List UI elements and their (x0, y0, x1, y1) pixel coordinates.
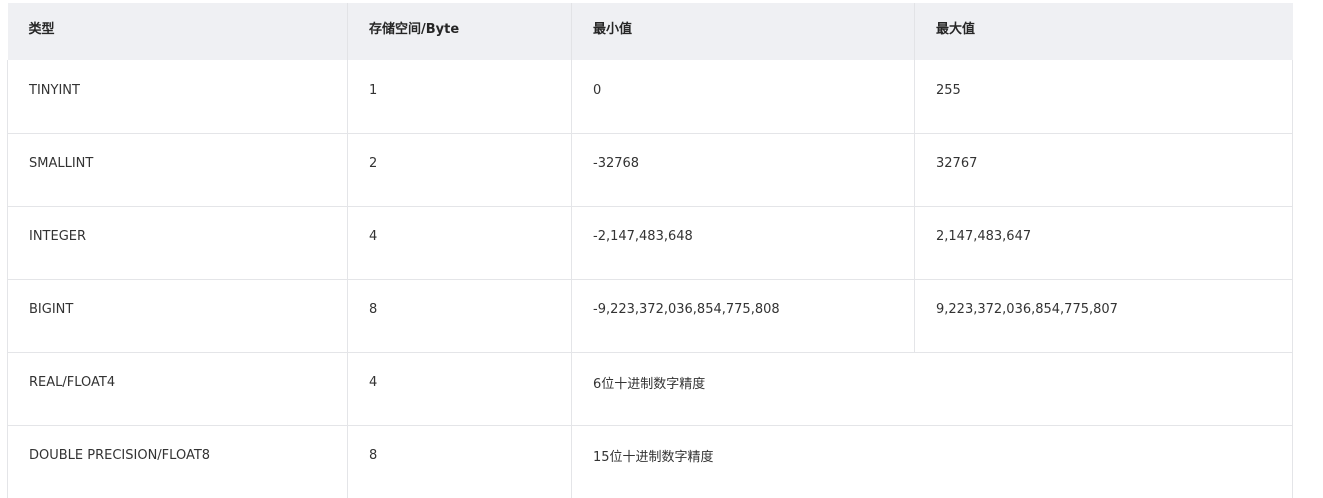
table-row: SMALLINT 2 -32768 32767 (7, 133, 1293, 207)
cell-min: -9,223,372,036,854,775,808 (571, 279, 915, 353)
cell-type: DOUBLE PRECISION/FLOAT8 (7, 425, 348, 498)
cell-max: 2,147,483,647 (914, 206, 1293, 280)
cell-storage: 8 (347, 279, 572, 353)
table-row: DOUBLE PRECISION/FLOAT8 8 15位十进制数字精度 (7, 425, 1293, 498)
numeric-types-table: 类型 存储空间/Byte 最小值 最大值 TINYINT 1 0 255 SMA… (7, 3, 1293, 498)
cell-max: 32767 (914, 133, 1293, 207)
cell-storage: 8 (347, 425, 572, 498)
cell-precision: 6位十进制数字精度 (571, 352, 1293, 426)
cell-min: -2,147,483,648 (571, 206, 915, 280)
table-header: 类型 存储空间/Byte 最小值 最大值 (7, 3, 1293, 60)
table-body: TINYINT 1 0 255 SMALLINT 2 -32768 32767 … (7, 60, 1293, 498)
cell-storage: 4 (347, 352, 572, 426)
cell-type: TINYINT (7, 60, 348, 134)
cell-storage: 2 (347, 133, 572, 207)
cell-type: INTEGER (7, 206, 348, 280)
header-max: 最大值 (914, 3, 1293, 60)
header-min: 最小值 (571, 3, 915, 60)
cell-max: 9,223,372,036,854,775,807 (914, 279, 1293, 353)
table-row: INTEGER 4 -2,147,483,648 2,147,483,647 (7, 206, 1293, 280)
cell-max: 255 (914, 60, 1293, 134)
table-row: BIGINT 8 -9,223,372,036,854,775,808 9,22… (7, 279, 1293, 353)
table-row: REAL/FLOAT4 4 6位十进制数字精度 (7, 352, 1293, 426)
cell-type: REAL/FLOAT4 (7, 352, 348, 426)
table-row: TINYINT 1 0 255 (7, 60, 1293, 134)
cell-min: 0 (571, 60, 915, 134)
cell-storage: 4 (347, 206, 572, 280)
header-type: 类型 (7, 3, 348, 60)
header-storage: 存储空间/Byte (347, 3, 572, 60)
cell-min: -32768 (571, 133, 915, 207)
cell-precision: 15位十进制数字精度 (571, 425, 1293, 498)
cell-type: SMALLINT (7, 133, 348, 207)
cell-type: BIGINT (7, 279, 348, 353)
header-row: 类型 存储空间/Byte 最小值 最大值 (7, 3, 1293, 60)
cell-storage: 1 (347, 60, 572, 134)
